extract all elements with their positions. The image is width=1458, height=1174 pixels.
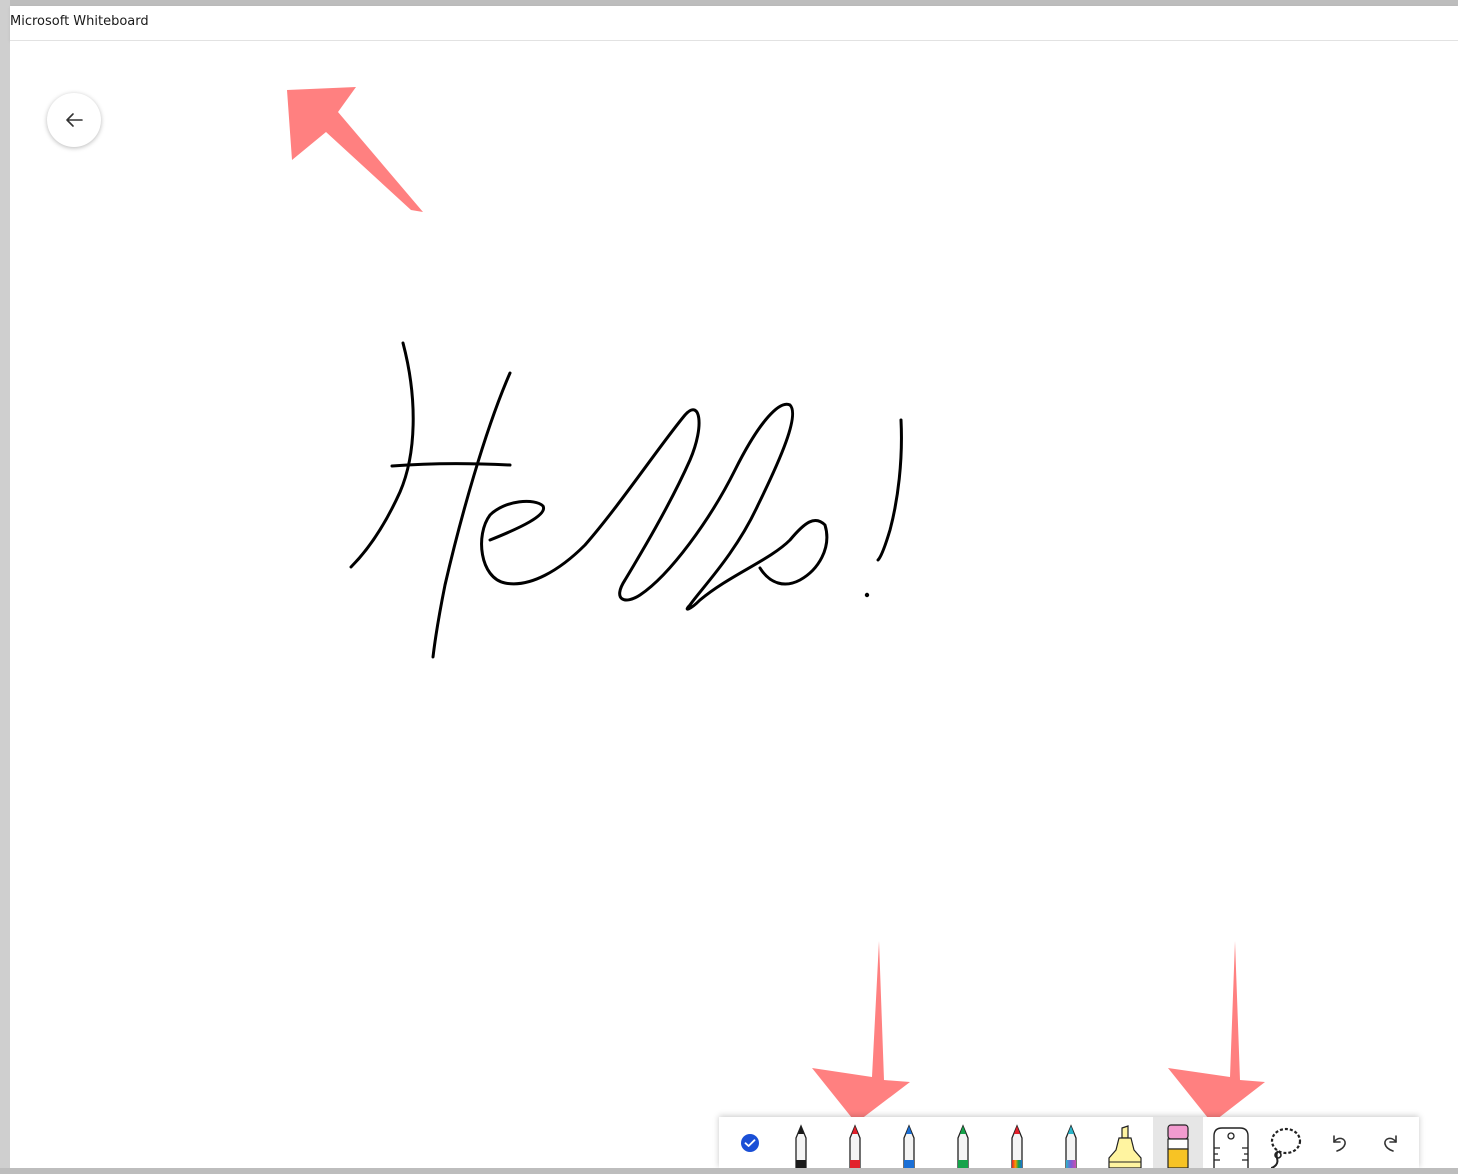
redo-icon bbox=[1384, 1134, 1397, 1152]
tool-pen-galaxy[interactable] bbox=[1047, 1117, 1095, 1168]
title-bar[interactable]: Microsoft Whiteboard bbox=[10, 6, 1458, 41]
ruler-icon bbox=[1213, 1127, 1249, 1168]
pen-icon bbox=[795, 1124, 807, 1168]
tool-pen-rainbow[interactable] bbox=[993, 1117, 1041, 1168]
tool-eraser[interactable] bbox=[1153, 1117, 1203, 1168]
highlighter-icon bbox=[1108, 1125, 1142, 1168]
pen-icon bbox=[1065, 1124, 1077, 1168]
tool-pen-blue[interactable] bbox=[885, 1117, 933, 1168]
whiteboard-canvas[interactable] bbox=[10, 41, 1458, 1168]
eraser-icon bbox=[1167, 1124, 1189, 1168]
tool-lasso[interactable] bbox=[1261, 1117, 1309, 1168]
window-bottom-edge bbox=[0, 1168, 1458, 1174]
tool-ruler[interactable] bbox=[1207, 1117, 1255, 1168]
checkmark-circle-icon bbox=[741, 1133, 759, 1152]
lasso-icon bbox=[1270, 1127, 1302, 1168]
tool-highlighter[interactable] bbox=[1101, 1117, 1149, 1168]
tool-pen-red[interactable] bbox=[831, 1117, 879, 1168]
tool-pen-green[interactable] bbox=[939, 1117, 987, 1168]
redo-button[interactable] bbox=[1367, 1117, 1415, 1168]
tool-select[interactable] bbox=[727, 1117, 773, 1168]
inking-toolbar bbox=[719, 1117, 1419, 1168]
undo-button[interactable] bbox=[1315, 1117, 1363, 1168]
back-button[interactable] bbox=[47, 93, 101, 147]
pen-icon bbox=[903, 1124, 915, 1168]
pen-icon bbox=[849, 1124, 861, 1168]
undo-icon bbox=[1333, 1134, 1346, 1152]
window-left-edge bbox=[0, 0, 10, 1174]
tool-pen-black[interactable] bbox=[777, 1117, 825, 1168]
pen-icon bbox=[1011, 1124, 1023, 1168]
arrow-left-icon bbox=[66, 113, 83, 127]
window-title: Microsoft Whiteboard bbox=[10, 14, 149, 29]
pen-icon bbox=[957, 1124, 969, 1168]
